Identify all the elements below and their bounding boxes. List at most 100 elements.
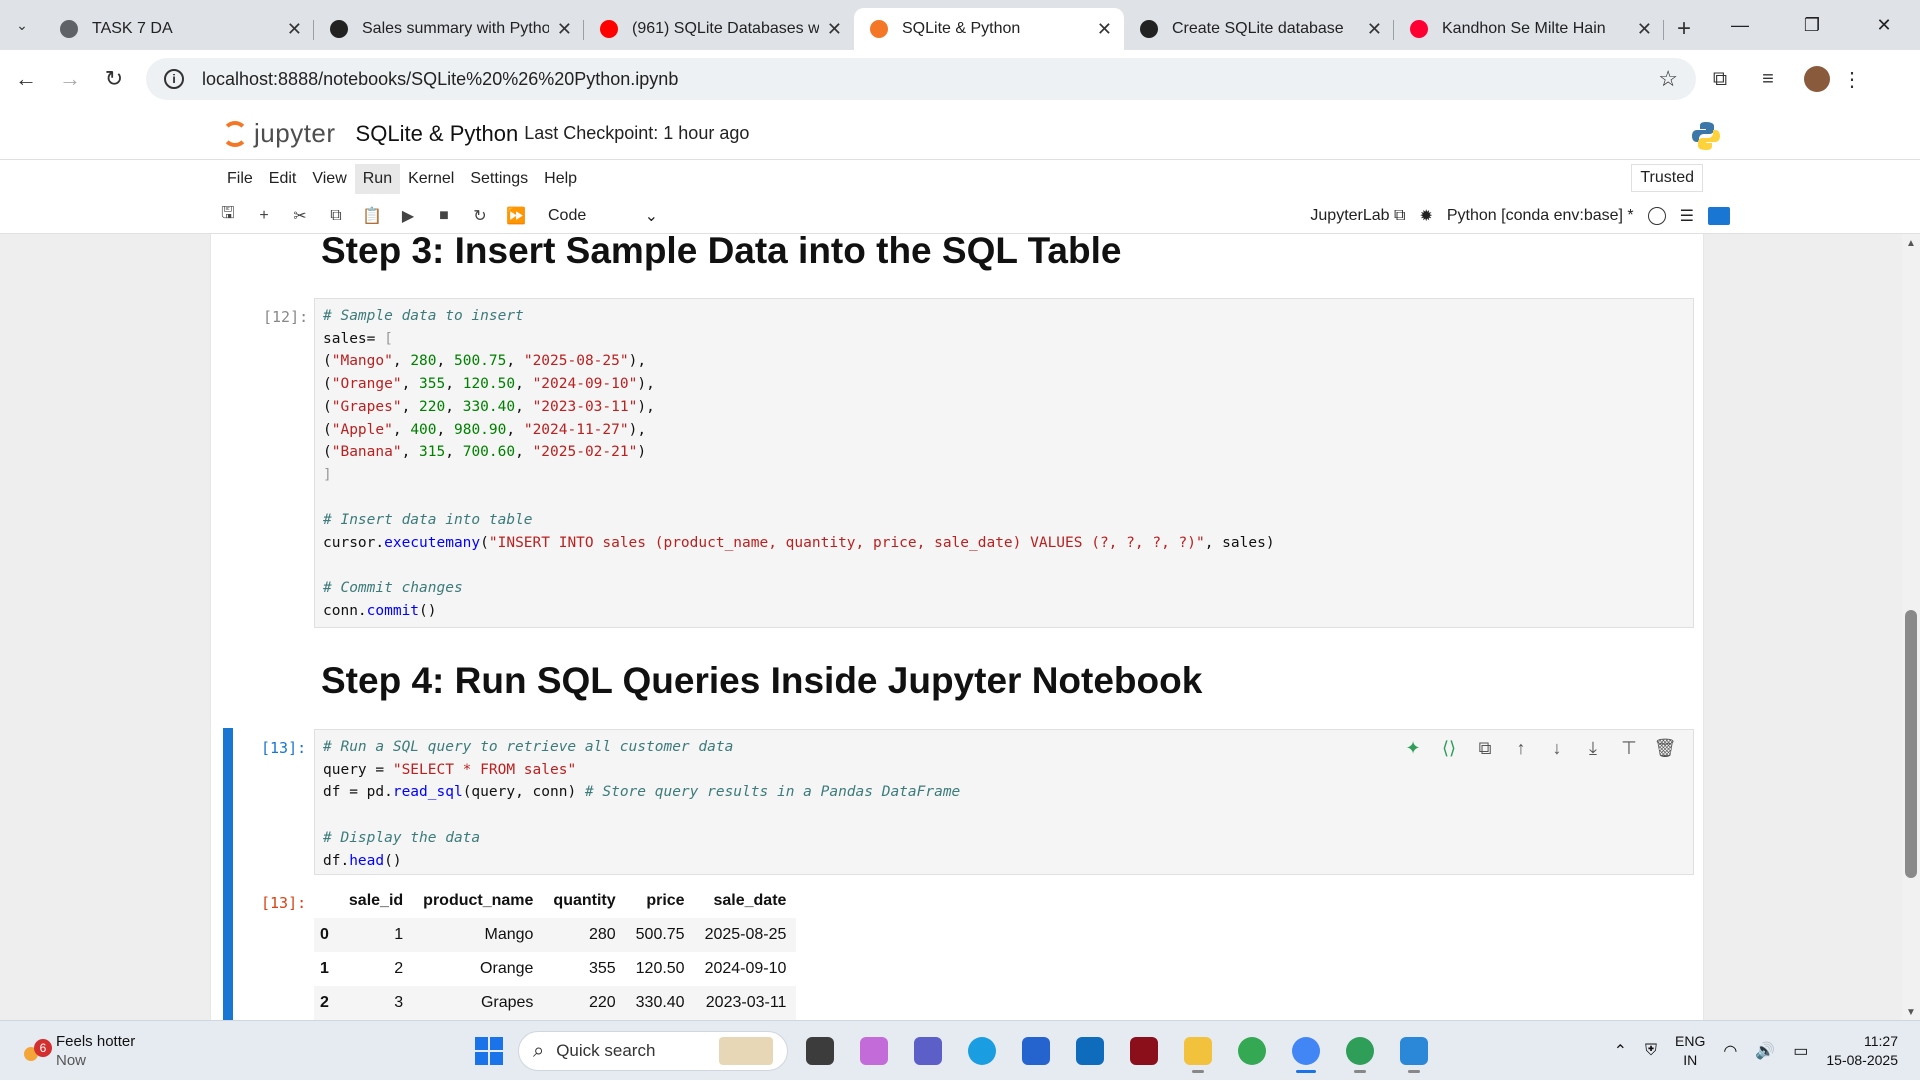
cut-icon[interactable]: ✂ [282,206,318,226]
format-code-icon[interactable]: ⟨⟩ [1437,738,1461,759]
code-token: , [445,444,463,461]
browser-tab[interactable]: (961) SQLite Databases wit ✕ [584,8,854,50]
trusted-indicator[interactable]: Trusted [1631,164,1703,192]
move-down-icon[interactable]: ↓ [1545,738,1569,759]
code-cell-12[interactable]: # Sample data to insert sales= [("Mango",… [314,298,1694,628]
profile-avatar[interactable] [1804,66,1830,92]
close-window-icon[interactable]: ✕ [1848,0,1920,50]
app-red-icon[interactable] [1122,1029,1166,1073]
menu-view[interactable]: View [304,164,354,194]
menu-help[interactable]: Help [536,164,585,194]
weather-widget[interactable]: 6 Feels hotter Now [24,1032,135,1070]
duplicate-cell-icon[interactable]: ⧉ [1473,738,1497,759]
cell-type-select[interactable]: Code ⌄ [548,206,658,226]
loader-icon[interactable] [1338,1029,1382,1073]
move-up-icon[interactable]: ↑ [1509,738,1533,759]
page-scrollbar[interactable]: ▲ ▼ [1902,234,1920,1020]
tab-close-icon[interactable]: ✕ [1367,19,1382,40]
site-info-icon[interactable]: i [164,69,184,89]
code-token: 400 [410,421,437,438]
debugger-icon[interactable]: ✹ [1419,206,1432,226]
delete-cell-icon[interactable]: 🗑 [1653,738,1677,759]
battery-icon[interactable]: ▭ [1793,1041,1808,1061]
insert-below-icon[interactable]: ⤓ [1581,738,1605,759]
paste-icon[interactable]: 📋 [354,206,390,226]
code-token: 280 [410,353,437,370]
save-icon[interactable]: 🖫 [210,202,246,229]
reload-icon[interactable]: ↻ [96,66,132,92]
tab-close-icon[interactable]: ✕ [827,19,842,40]
code-token: # Store query results in a Pandas DataFr… [584,784,961,801]
edge-icon[interactable] [960,1029,1004,1073]
menu-file[interactable]: File [219,164,261,194]
copy-icon[interactable]: ⧉ [318,207,354,225]
tab-search-icon[interactable]: ⌄ [0,4,44,46]
hamburger-icon[interactable]: ☰ [1680,206,1694,226]
markdown-heading-step3[interactable]: Step 3: Insert Sample Data into the SQL … [321,234,1121,272]
chrome-profile-icon[interactable] [1284,1029,1328,1073]
code-token: read_sql [392,784,463,801]
extensions-icon[interactable]: ⧉ [1696,68,1744,91]
restart-icon[interactable]: ↻ [462,206,498,226]
store-icon[interactable] [1014,1029,1058,1073]
new-tab-button[interactable]: + [1664,8,1704,50]
notebook-title[interactable]: SQLite & Python [356,121,519,147]
run-all-icon[interactable]: ⏩ [498,206,534,226]
insert-cell-icon[interactable]: + [246,207,282,225]
menu-edit[interactable]: Edit [261,164,305,194]
teams-icon[interactable] [906,1029,950,1073]
run-icon[interactable]: ▶ [390,206,426,226]
bookmark-star-icon[interactable]: ☆ [1658,66,1678,92]
table-cell: 120.50 [635,960,685,977]
tab-close-icon[interactable]: ✕ [287,19,302,40]
language-indicator[interactable]: ENG IN [1675,1032,1705,1070]
menu-kernel[interactable]: Kernel [400,164,462,194]
file-manager-icon[interactable] [798,1029,842,1073]
scrollbar-thumb[interactable] [1905,610,1917,878]
outlook-icon[interactable] [1068,1029,1112,1073]
kernel-name[interactable]: Python [conda env:base] * [1447,207,1634,225]
table-of-contents-icon[interactable] [1708,207,1730,225]
volume-icon[interactable]: 🔊 [1755,1041,1775,1061]
browser-tab[interactable]: Create SQLite database ✕ [1124,8,1394,50]
chevron-up-icon[interactable]: ⌃ [1614,1041,1627,1061]
windows-start-icon[interactable] [470,1032,508,1070]
address-bar[interactable]: i localhost:8888/notebooks/SQLite%20%26%… [146,58,1696,100]
url-text[interactable]: localhost:8888/notebooks/SQLite%20%26%20… [202,69,1658,90]
scroll-up-icon[interactable]: ▲ [1906,238,1916,249]
clock[interactable]: 11:27 15-08-2025 [1826,1032,1898,1070]
jupyterlab-link[interactable]: JupyterLab ⧉ [1310,207,1405,225]
browser-tab[interactable]: TASK 7 DA ✕ [44,8,314,50]
tab-close-icon[interactable]: ✕ [1637,19,1652,40]
browser-tab[interactable]: Sales summary with Pytho ✕ [314,8,584,50]
browser-tab[interactable]: SQLite & Python ✕ [854,8,1124,50]
tab-close-icon[interactable]: ✕ [557,19,572,40]
tab-close-icon[interactable]: ✕ [1097,19,1112,40]
back-icon[interactable]: ← [8,66,44,92]
scroll-down-icon[interactable]: ▼ [1906,1007,1916,1018]
media-controls-icon[interactable]: ≡ [1744,68,1792,91]
table-cell: Orange [480,960,534,977]
browser-tab[interactable]: Kandhon Se Milte Hain ✕ [1394,8,1664,50]
photos-icon[interactable] [1392,1029,1436,1073]
app-glyph [806,1037,834,1065]
minimize-icon[interactable]: — [1704,0,1776,50]
menu-settings[interactable]: Settings [462,164,536,194]
restore-icon[interactable]: ❐ [1776,0,1848,50]
menu-run[interactable]: Run [354,164,401,194]
code-token: [ [384,330,393,347]
wifi-icon[interactable]: ◠ [1723,1041,1737,1061]
split-cell-icon[interactable]: ⊤ [1617,738,1641,759]
stop-icon[interactable]: ■ [426,207,462,225]
browser-menu-icon[interactable]: ⋮ [1842,67,1862,92]
copilot-icon[interactable] [852,1029,896,1073]
network-security-icon[interactable]: ⛨ [1645,1042,1657,1060]
forward-icon[interactable]: → [52,66,88,92]
markdown-heading-step4[interactable]: Step 4: Run SQL Queries Inside Jupyter N… [321,660,1202,702]
jupyter-logo[interactable]: jupyter [222,118,336,149]
chrome-icon[interactable] [1230,1029,1274,1073]
taskbar-search[interactable]: ⌕ Quick search [518,1031,788,1071]
ai-sparkle-icon[interactable]: ✦ [1401,738,1425,759]
folder-icon[interactable] [1176,1029,1220,1073]
app-glyph [1076,1037,1104,1065]
